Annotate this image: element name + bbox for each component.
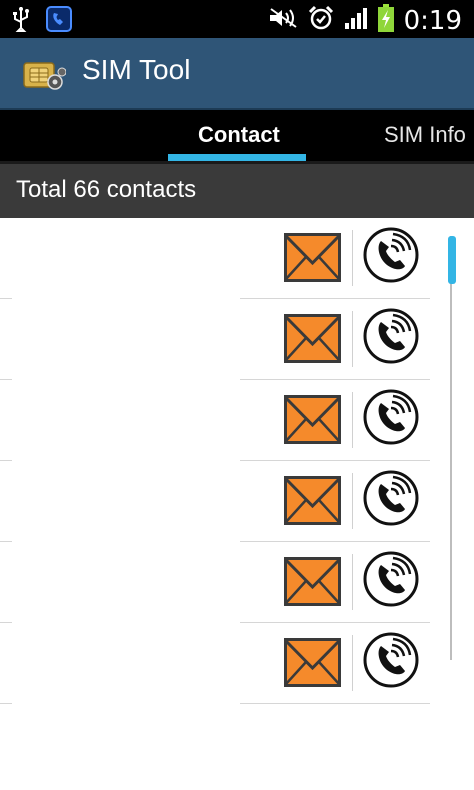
call-icon[interactable] — [362, 307, 420, 365]
battery-charging-icon — [377, 4, 394, 38]
contact-row[interactable] — [0, 218, 440, 299]
alarm-icon — [308, 5, 334, 37]
message-icon[interactable] — [284, 638, 341, 687]
message-icon[interactable] — [284, 314, 341, 363]
status-time: 0:19 — [403, 6, 462, 36]
contact-row[interactable] — [0, 461, 440, 542]
contact-row[interactable] — [0, 380, 440, 461]
call-icon[interactable] — [362, 469, 420, 527]
call-icon[interactable] — [362, 226, 420, 284]
contact-list[interactable] — [0, 218, 474, 790]
row-divider — [352, 635, 353, 691]
row-divider — [352, 392, 353, 448]
row-divider — [352, 473, 353, 529]
mute-icon — [268, 7, 298, 35]
contact-row[interactable] — [0, 299, 440, 380]
app-title: SIM Tool — [82, 54, 191, 85]
row-divider — [352, 311, 353, 367]
scrollbar-track — [450, 236, 452, 660]
contacts-count-header: Total 66 contacts — [0, 164, 474, 218]
call-icon[interactable] — [362, 550, 420, 608]
contacts-count-text: Total 66 contacts — [16, 176, 197, 203]
call-icon[interactable] — [362, 631, 420, 689]
scrollbar-thumb[interactable] — [448, 236, 456, 284]
row-divider — [352, 230, 353, 286]
message-icon[interactable] — [284, 557, 341, 606]
call-icon[interactable] — [362, 388, 420, 446]
usb-icon — [12, 6, 30, 36]
sim-tool-logo-icon — [22, 57, 67, 93]
status-bar: 0:19 — [0, 0, 474, 38]
action-bar: SIM Tool — [0, 38, 474, 110]
row-separator — [240, 703, 430, 704]
contact-row[interactable] — [0, 623, 440, 704]
phone-app-icon — [46, 6, 72, 36]
tab-contact[interactable]: Contact — [198, 122, 280, 148]
tab-sim-info[interactable]: SIM Info — [384, 122, 466, 148]
tab-indicator — [168, 154, 306, 161]
signal-icon — [344, 6, 368, 36]
contact-row[interactable] — [0, 542, 440, 623]
message-icon[interactable] — [284, 476, 341, 525]
message-icon[interactable] — [284, 233, 341, 282]
row-separator — [0, 703, 12, 704]
row-divider — [352, 554, 353, 610]
message-icon[interactable] — [284, 395, 341, 444]
